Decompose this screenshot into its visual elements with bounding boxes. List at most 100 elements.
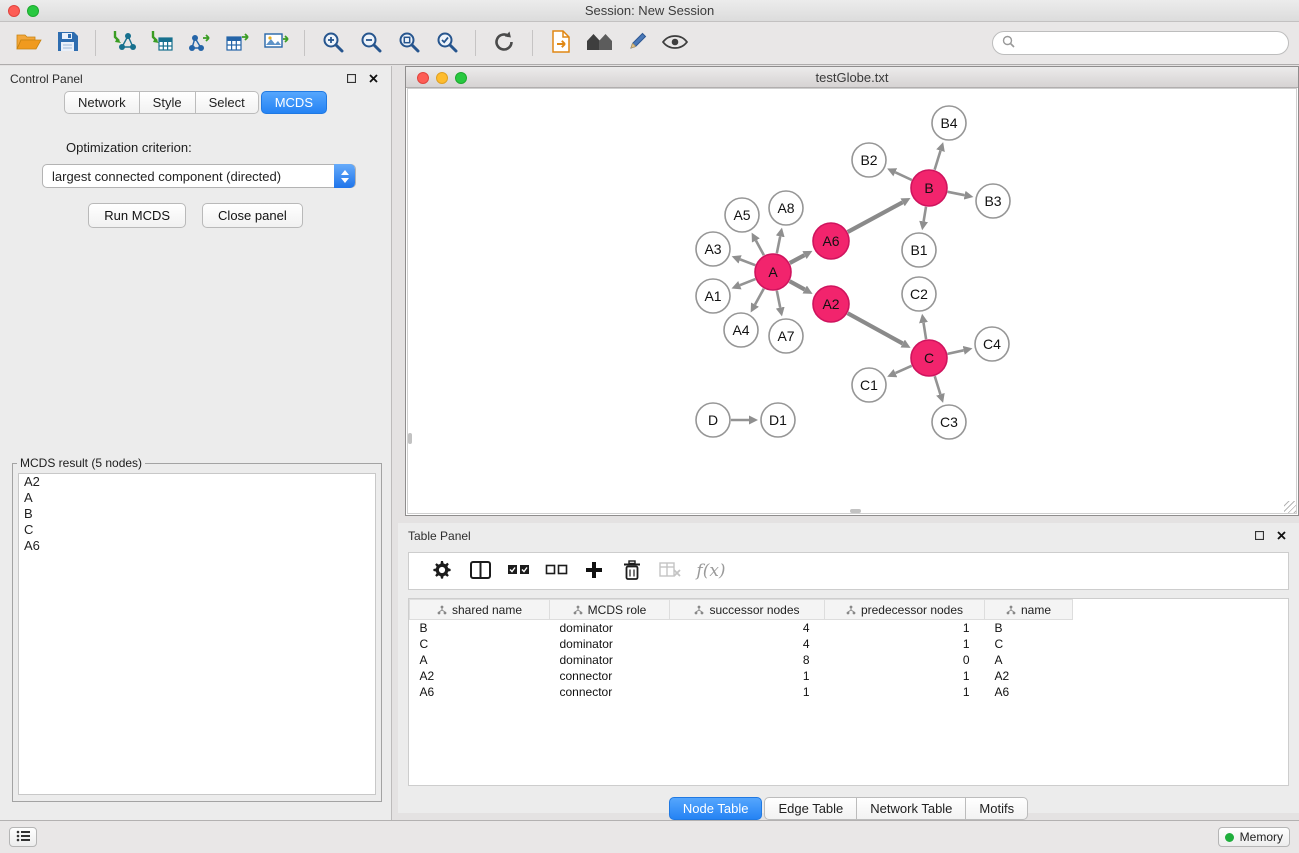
tab-motifs[interactable]: Motifs: [965, 797, 1028, 820]
node-D1[interactable]: D1: [761, 403, 795, 437]
column-header-successor-nodes[interactable]: successor nodes: [670, 600, 825, 620]
node-A[interactable]: A: [755, 254, 791, 290]
minimize-view-button[interactable]: [436, 72, 448, 84]
edge-C-C3[interactable]: [935, 376, 941, 394]
node-C1[interactable]: C1: [852, 368, 886, 402]
edge-A-A8[interactable]: [777, 236, 780, 253]
node-C[interactable]: C: [911, 340, 947, 376]
tab-network[interactable]: Network: [64, 91, 140, 114]
edge-A-A7[interactable]: [777, 291, 780, 308]
criterion-dropdown[interactable]: largest connected component (directed): [42, 164, 356, 188]
edge-B-B4[interactable]: [935, 151, 941, 170]
home-button[interactable]: [580, 26, 618, 60]
export-table-button[interactable]: [219, 26, 257, 60]
float-table-panel-icon[interactable]: [1251, 528, 1267, 544]
close-table-panel-icon[interactable]: [1273, 528, 1289, 544]
zoom-in-button[interactable]: [314, 26, 352, 60]
search-input[interactable]: [1021, 36, 1279, 50]
edge-B-B3[interactable]: [948, 192, 965, 195]
export-network-button[interactable]: [181, 26, 219, 60]
open-session-button[interactable]: [10, 26, 48, 60]
node-C3[interactable]: C3: [932, 405, 966, 439]
edge-A-A6[interactable]: [790, 255, 805, 263]
node-B2[interactable]: B2: [852, 143, 886, 177]
horizontal-scrollbar-thumb[interactable]: [850, 509, 861, 513]
edge-A-A4[interactable]: [755, 289, 764, 305]
edge-A2-C[interactable]: [848, 313, 903, 343]
resize-grip[interactable]: [1284, 501, 1296, 513]
import-network-button[interactable]: [105, 26, 143, 60]
node-A8[interactable]: A8: [769, 191, 803, 225]
refresh-view-button[interactable]: [485, 26, 523, 60]
mcds-result-item[interactable]: C: [19, 522, 375, 538]
edge-C-C4[interactable]: [948, 350, 964, 354]
show-columns-button[interactable]: [461, 556, 499, 586]
tab-network-table[interactable]: Network Table: [856, 797, 966, 820]
node-C4[interactable]: C4: [975, 327, 1009, 361]
node-B4[interactable]: B4: [932, 106, 966, 140]
zoom-out-button[interactable]: [352, 26, 390, 60]
show-overview-button[interactable]: [656, 26, 694, 60]
delete-table-button[interactable]: [651, 556, 689, 586]
delete-column-button[interactable]: [613, 556, 651, 586]
table-row[interactable]: A6connector11A6: [410, 684, 1073, 700]
tab-edge-table[interactable]: Edge Table: [764, 797, 857, 820]
import-table-button[interactable]: [143, 26, 181, 60]
tab-style[interactable]: Style: [139, 91, 196, 114]
node-A1[interactable]: A1: [696, 279, 730, 313]
node-table-container[interactable]: shared name MCDS role successor nodes pr…: [408, 598, 1289, 786]
zoom-fit-button[interactable]: [390, 26, 428, 60]
deselect-all-rows-button[interactable]: [537, 556, 575, 586]
edge-C-C1[interactable]: [895, 366, 911, 373]
save-session-button[interactable]: [48, 26, 86, 60]
zoom-view-button[interactable]: [455, 72, 467, 84]
node-C2[interactable]: C2: [902, 277, 936, 311]
column-header-name[interactable]: name: [985, 600, 1073, 620]
table-settings-button[interactable]: [423, 556, 461, 586]
task-history-button[interactable]: [9, 827, 37, 847]
tab-node-table[interactable]: Node Table: [669, 797, 763, 820]
node-A2[interactable]: A2: [813, 286, 849, 322]
tab-mcds[interactable]: MCDS: [261, 91, 327, 114]
node-A5[interactable]: A5: [725, 198, 759, 232]
edge-A-A2[interactable]: [790, 281, 805, 289]
column-header-mcds-role[interactable]: MCDS role: [550, 600, 670, 620]
node-B[interactable]: B: [911, 170, 947, 206]
memory-button[interactable]: Memory: [1218, 827, 1290, 847]
run-mcds-button[interactable]: Run MCDS: [88, 203, 186, 228]
search-box[interactable]: [992, 31, 1289, 55]
table-row[interactable]: A2connector11A2: [410, 668, 1073, 684]
edge-B-B1[interactable]: [924, 207, 926, 222]
close-view-button[interactable]: [417, 72, 429, 84]
open-network-url-button[interactable]: [542, 26, 580, 60]
float-panel-icon[interactable]: [343, 71, 359, 87]
node-A4[interactable]: A4: [724, 313, 758, 347]
tab-select[interactable]: Select: [195, 91, 259, 114]
close-panel-button[interactable]: Close panel: [202, 203, 303, 228]
edge-A6-B[interactable]: [848, 202, 903, 232]
node-A3[interactable]: A3: [696, 232, 730, 266]
vertical-scrollbar-thumb[interactable]: [408, 433, 412, 444]
table-row[interactable]: Adominator80A: [410, 652, 1073, 668]
table-row[interactable]: Bdominator41B: [410, 620, 1073, 636]
column-header-shared-name[interactable]: shared name: [410, 600, 550, 620]
export-image-button[interactable]: [257, 26, 295, 60]
select-all-rows-button[interactable]: [499, 556, 537, 586]
edge-C-C2[interactable]: [924, 323, 927, 340]
network-canvas[interactable]: B4B2BB3A8A5A6A3B1AC2A1A2A4A7C4CC1C3DD1: [407, 88, 1297, 514]
mcds-result-item[interactable]: A2: [19, 474, 375, 490]
edge-A-A1[interactable]: [740, 279, 756, 285]
column-header-predecessor-nodes[interactable]: predecessor nodes: [825, 600, 985, 620]
table-row[interactable]: Cdominator41C: [410, 636, 1073, 652]
zoom-window-button[interactable]: [27, 5, 39, 17]
function-builder-button[interactable]: f(x): [689, 556, 727, 586]
zoom-selected-button[interactable]: [428, 26, 466, 60]
node-B1[interactable]: B1: [902, 233, 936, 267]
mcds-result-item[interactable]: B: [19, 506, 375, 522]
add-column-button[interactable]: [575, 556, 613, 586]
mcds-result-list[interactable]: A2ABCA6: [18, 473, 376, 795]
close-panel-icon[interactable]: [365, 71, 381, 87]
node-A6[interactable]: A6: [813, 223, 849, 259]
mcds-result-item[interactable]: A6: [19, 538, 375, 554]
node-D[interactable]: D: [696, 403, 730, 437]
